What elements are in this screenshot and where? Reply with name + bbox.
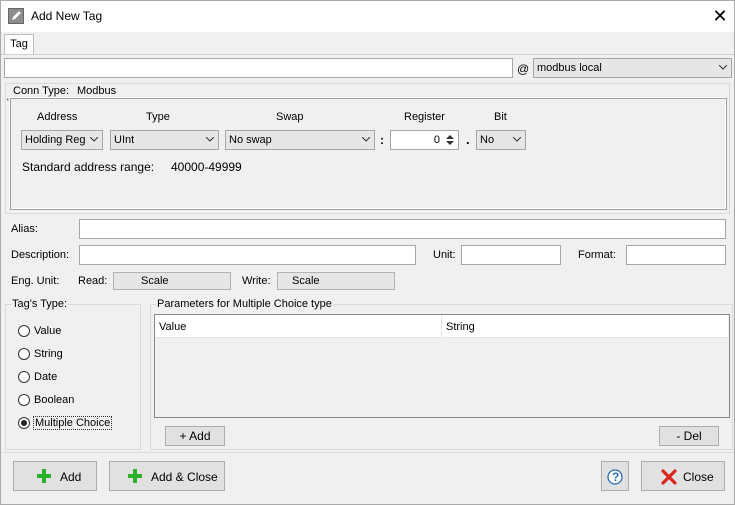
- conn-type-label: Conn Type:: [13, 85, 70, 97]
- add-close-button-label: Add & Close: [151, 470, 218, 484]
- column-header-string[interactable]: String: [442, 315, 728, 338]
- radio-multiple-choice-label: Multiple Choice: [33, 416, 113, 430]
- register-value: 0: [433, 134, 440, 146]
- plus-icon: [128, 469, 142, 483]
- param-del-button[interactable]: - Del: [659, 426, 719, 446]
- tag-name-input[interactable]: [4, 58, 513, 78]
- eng-unit-label: Eng. Unit:: [11, 275, 60, 287]
- tag-type-title: Tag's Type:: [11, 298, 69, 310]
- column-header-value[interactable]: Value: [155, 315, 442, 338]
- chevron-down-icon: [90, 137, 98, 142]
- register-dot: .: [466, 132, 470, 147]
- register-spinner[interactable]: 0: [390, 130, 459, 150]
- pencil-icon: [8, 8, 24, 24]
- column-header-value-label: Value: [159, 321, 187, 333]
- chevron-down-icon: [362, 137, 370, 142]
- address-select-value: Holding Reg: [25, 134, 86, 146]
- radio-date[interactable]: [18, 371, 30, 383]
- spinner-arrows-icon[interactable]: [444, 133, 456, 147]
- description-label: Description:: [11, 249, 70, 261]
- address-header: Address: [37, 111, 78, 123]
- radio-multiple-choice[interactable]: [18, 417, 30, 429]
- plus-icon: [37, 469, 51, 483]
- close-button-label: Close: [683, 470, 714, 484]
- radio-selected-dot: [21, 420, 27, 426]
- bit-select[interactable]: No: [476, 130, 526, 150]
- help-button[interactable]: ?: [601, 461, 629, 491]
- window-close-icon[interactable]: ✕: [708, 5, 732, 27]
- address-range-value: 40000-49999: [171, 160, 242, 174]
- radio-boolean[interactable]: [18, 394, 30, 406]
- conn-type-value: Modbus: [77, 85, 117, 97]
- connection-select[interactable]: modbus local: [533, 58, 732, 78]
- window-title: Add New Tag: [31, 9, 103, 23]
- description-input[interactable]: [79, 245, 416, 265]
- write-scale-button[interactable]: Scale: [277, 272, 395, 290]
- connection-select-value: modbus local: [537, 62, 602, 74]
- type-select[interactable]: UInt: [110, 130, 219, 150]
- chevron-down-icon: [513, 137, 521, 142]
- radio-value-label: Value: [34, 325, 62, 337]
- radio-boolean-label: Boolean: [34, 394, 75, 406]
- tab-divider: [0, 54, 735, 55]
- params-title: Parameters for Multiple Choice type: [156, 298, 333, 310]
- address-panel: [9, 97, 727, 210]
- unit-input[interactable]: [461, 245, 561, 265]
- add-button[interactable]: Add: [13, 461, 97, 491]
- type-select-value: UInt: [114, 134, 135, 146]
- write-label: Write:: [242, 275, 271, 287]
- radio-string-label: String: [34, 348, 63, 360]
- radio-value[interactable]: [18, 325, 30, 337]
- column-header-string-label: String: [446, 321, 475, 333]
- help-symbol: ?: [612, 470, 620, 484]
- register-colon: :: [380, 133, 384, 147]
- bit-header: Bit: [494, 111, 507, 123]
- chevron-down-icon: [719, 65, 727, 70]
- radio-string[interactable]: [18, 348, 30, 360]
- at-symbol: @: [517, 62, 530, 76]
- register-header: Register: [404, 111, 445, 123]
- param-add-button[interactable]: + Add: [165, 426, 225, 446]
- alias-input[interactable]: [79, 219, 726, 239]
- address-select[interactable]: Holding Reg: [21, 130, 103, 150]
- swap-header: Swap: [276, 111, 304, 123]
- unit-label: Unit:: [433, 249, 456, 261]
- close-icon: [661, 469, 677, 485]
- format-label: Format:: [578, 249, 616, 261]
- add-close-button[interactable]: Add & Close: [109, 461, 225, 491]
- chevron-down-icon: [206, 137, 214, 142]
- close-button[interactable]: Close: [641, 461, 725, 491]
- swap-select[interactable]: No swap: [225, 130, 375, 150]
- title-bar: [0, 0, 735, 32]
- read-label: Read:: [78, 275, 108, 287]
- read-scale-button[interactable]: Scale: [113, 272, 231, 290]
- add-button-label: Add: [60, 470, 82, 484]
- alias-label: Alias:: [11, 223, 38, 235]
- bit-select-value: No: [480, 134, 495, 146]
- format-input[interactable]: [626, 245, 726, 265]
- swap-select-value: No swap: [229, 134, 272, 146]
- tab-tag[interactable]: Tag: [4, 34, 34, 55]
- params-table[interactable]: Value String: [154, 314, 730, 418]
- radio-date-label: Date: [34, 371, 58, 383]
- address-range-label: Standard address range:: [22, 160, 155, 174]
- type-header: Type: [146, 111, 170, 123]
- footer-divider: [0, 452, 735, 453]
